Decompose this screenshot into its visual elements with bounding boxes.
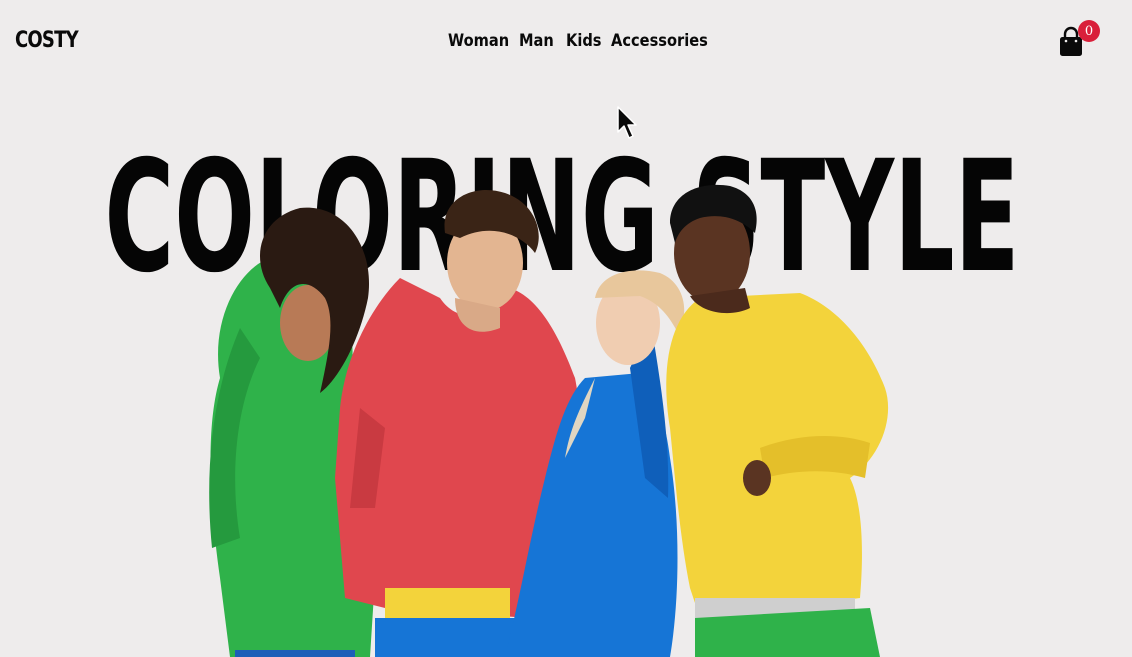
cart-count-badge: 0 (1078, 20, 1100, 42)
site-header: COSTY Woman Man Kids Accessories 0 (0, 0, 1132, 84)
nav-item-kids[interactable]: Kids (566, 31, 602, 51)
hero-models-image (209, 184, 889, 657)
cart-button[interactable]: 0 (1058, 20, 1102, 58)
main-nav: Woman Man Kids Accessories (448, 31, 708, 51)
model-yellow-hoodie (666, 184, 889, 657)
brand-logo[interactable]: COSTY (15, 28, 79, 53)
nav-item-man[interactable]: Man (519, 31, 554, 51)
nav-item-woman[interactable]: Woman (448, 31, 509, 51)
nav-item-accessories[interactable]: Accessories (611, 31, 708, 51)
